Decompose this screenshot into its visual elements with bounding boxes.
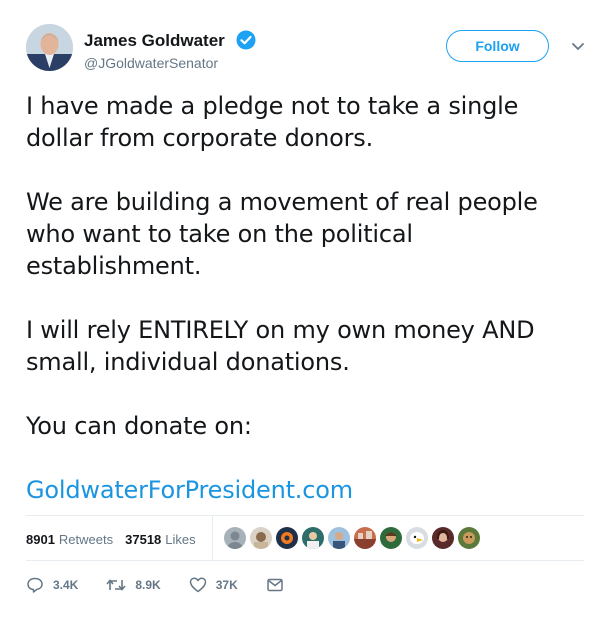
retweets-label[interactable]: Retweets [59,532,113,547]
like-count: 37K [215,578,238,592]
likes-label[interactable]: Likes [165,532,195,547]
display-name[interactable]: James Goldwater [84,31,225,51]
reply-action[interactable]: 3.4K [26,576,78,594]
tweet-paragraph: I will rely ENTIRELY on my own money AND… [26,316,535,376]
retweet-action[interactable]: 8.9K [106,576,161,594]
likes-count[interactable]: 37518 [125,532,161,547]
follow-button[interactable]: Follow [446,30,549,62]
liker-avatar[interactable] [224,527,246,549]
profile-avatar[interactable] [26,24,73,71]
tweet-body: I have made a pledge not to take a singl… [26,90,586,538]
chevron-down-icon[interactable] [571,42,585,52]
message-action[interactable] [266,576,293,594]
heart-icon [189,577,206,593]
liker-avatar[interactable] [328,527,350,549]
user-handle[interactable]: @JGoldwaterSenator [84,55,218,71]
stats-separator [212,516,213,560]
tweet-actions: 3.4K 8.9K 37K [26,576,321,594]
liker-avatar[interactable] [250,527,272,549]
tweet-header: James Goldwater @JGoldwaterSenator Follo… [26,24,610,76]
envelope-icon [266,578,283,592]
tweet-paragraph: We are building a movement of real peopl… [26,188,538,280]
liker-avatar[interactable] [406,527,428,549]
liker-avatar[interactable] [302,527,324,549]
divider [26,515,584,516]
liker-avatars [224,527,484,549]
retweets-count[interactable]: 8901 [26,532,55,547]
reply-icon [27,577,43,593]
liker-avatar[interactable] [276,527,298,549]
tweet-paragraph: I have made a pledge not to take a singl… [26,92,519,152]
donation-link[interactable]: GoldwaterForPresident.com [26,476,353,504]
liker-avatar[interactable] [380,527,402,549]
divider [26,560,584,561]
tweet-stats: 8901 Retweets 37518 Likes [26,526,208,552]
retweet-icon [106,579,126,591]
liker-avatar[interactable] [458,527,480,549]
like-action[interactable]: 37K [189,576,238,594]
liker-avatar[interactable] [354,527,376,549]
tweet-paragraph: You can donate on: [26,412,252,440]
verified-badge-icon [236,30,256,50]
liker-avatar[interactable] [432,527,454,549]
reply-count: 3.4K [53,578,79,592]
retweet-count: 8.9K [135,578,161,592]
